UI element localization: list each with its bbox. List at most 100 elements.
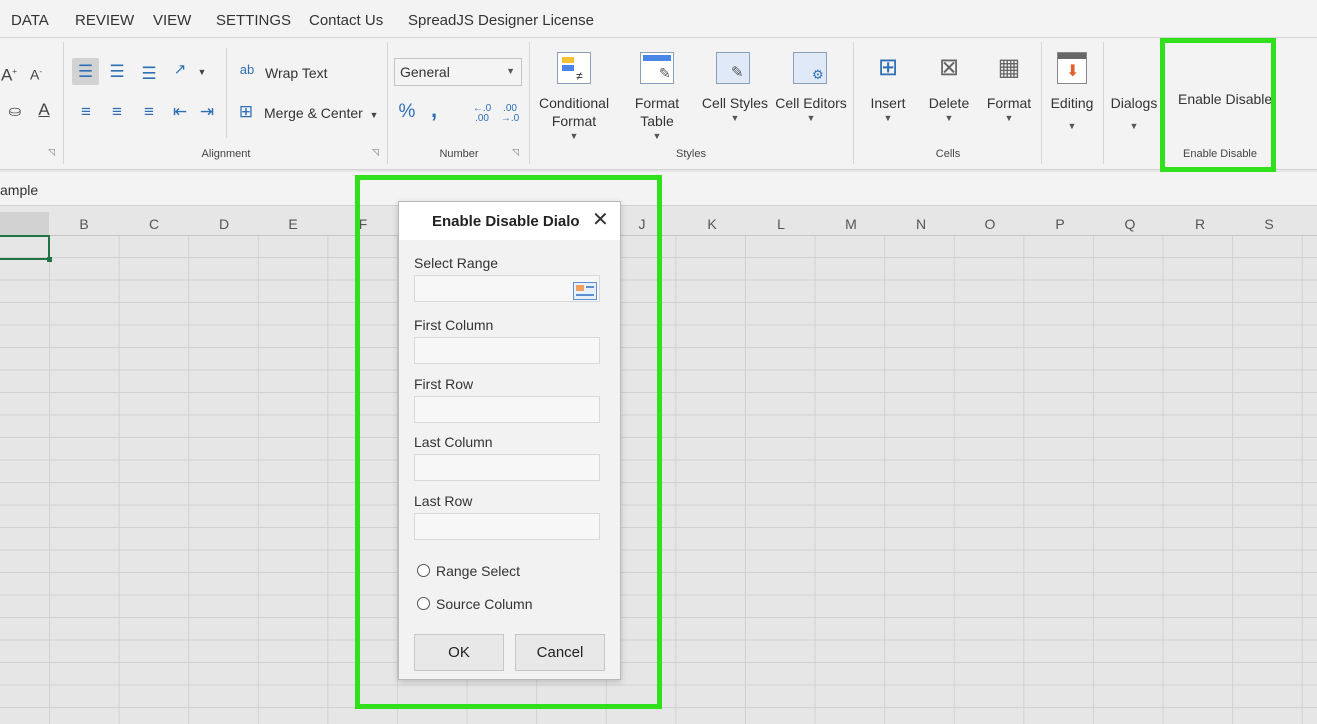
first-row-label: First Row [414, 376, 474, 392]
close-icon[interactable]: ✕ [592, 210, 609, 230]
dialogs-button[interactable]: Dialogs ▼ [1108, 94, 1160, 132]
menu-designer-license[interactable]: SpreadJS Designer License [408, 12, 594, 29]
column-header[interactable]: S [1264, 216, 1273, 232]
column-header[interactable]: D [219, 216, 229, 232]
chevron-down-icon[interactable]: ▼ [368, 105, 380, 125]
select-all-corner[interactable] [0, 212, 49, 236]
column-header[interactable]: J [639, 216, 646, 232]
number-format-select[interactable]: General ▼ [394, 58, 522, 86]
font-color-icon[interactable]: A [34, 100, 54, 120]
cell-styles-button[interactable]: Cell Styles ▼ [701, 94, 769, 124]
format-button[interactable]: Format ▼ [985, 94, 1033, 124]
first-column-input[interactable] [414, 337, 600, 364]
name-box-row: ample [0, 172, 1317, 206]
conditional-format-icon[interactable]: ≠ [557, 52, 591, 84]
source-column-radio[interactable] [417, 597, 430, 610]
align-center-icon[interactable]: ≡ [106, 102, 128, 122]
merge-center-button[interactable]: Merge & Center [264, 105, 363, 121]
format-table-icon[interactable]: ✎ [640, 52, 674, 84]
align-left-icon[interactable]: ≡ [75, 102, 97, 122]
menu-bar: DATA REVIEW VIEW SETTINGS Contact Us Spr… [0, 0, 1317, 38]
last-column-label: Last Column [414, 434, 493, 450]
increase-indent-icon[interactable]: ⇥ [196, 102, 218, 122]
font-launcher-icon[interactable]: ◹ [48, 147, 55, 158]
delete-icon[interactable]: ⊠ [932, 52, 966, 84]
column-header[interactable]: B [79, 216, 88, 232]
column-header[interactable]: Q [1125, 216, 1136, 232]
chevron-down-icon: ▼ [883, 113, 893, 123]
delete-button[interactable]: Delete ▼ [926, 94, 972, 124]
first-row-input[interactable] [414, 396, 600, 423]
wrap-text-button[interactable]: Wrap Text [265, 65, 328, 81]
orientation-icon[interactable]: ↗ [170, 60, 190, 80]
editing-icon[interactable]: ⬇ [1057, 52, 1087, 84]
enable-disable-group-label: Enable Disable [1183, 148, 1257, 160]
number-format-value: General [400, 64, 450, 80]
column-header-row: B C D E F G H I J K L M N O P Q R S [0, 212, 1317, 236]
menu-view[interactable]: VIEW [153, 12, 191, 29]
separator [1041, 42, 1042, 164]
align-middle-icon[interactable]: ☰ [106, 62, 128, 82]
dialog-title-bar[interactable]: Enable Disable Dialog ✕ [399, 202, 620, 240]
last-row-input[interactable] [414, 513, 600, 540]
menu-data[interactable]: DATA [11, 12, 49, 29]
range-select-radio[interactable] [417, 564, 430, 577]
chevron-down-icon: ▼ [569, 131, 579, 141]
editing-button[interactable]: Editing ▼ [1046, 94, 1098, 132]
insert-icon[interactable]: ⊞ [870, 52, 906, 84]
format-label: Format [986, 95, 1032, 111]
decrease-indent-icon[interactable]: ⇤ [169, 102, 191, 122]
column-header[interactable]: F [359, 216, 368, 232]
column-header[interactable]: R [1195, 216, 1205, 232]
column-header[interactable]: E [288, 216, 297, 232]
cell-editors-icon[interactable]: ⚙ [793, 52, 827, 84]
cell-editors-button[interactable]: Cell Editors ▼ [775, 94, 847, 124]
conditional-format-button[interactable]: Conditional Format ▼ [539, 94, 609, 142]
column-header[interactable]: O [985, 216, 996, 232]
range-selector-icon[interactable] [573, 282, 597, 300]
number-launcher-icon[interactable]: ◹ [512, 147, 519, 158]
merge-center-icon[interactable]: ⊞ [236, 102, 256, 122]
alignment-launcher-icon[interactable]: ◹ [372, 147, 379, 158]
cancel-button[interactable]: Cancel [515, 634, 605, 671]
menu-settings[interactable]: SETTINGS [216, 12, 291, 29]
insert-button[interactable]: Insert ▼ [866, 94, 910, 124]
decrease-decimal-icon[interactable]: .00 →.0 [499, 104, 521, 124]
wrap-text-icon[interactable]: ab [237, 60, 257, 80]
separator [387, 42, 388, 164]
ok-button[interactable]: OK [414, 634, 504, 671]
cell-styles-label: Cell Styles [701, 95, 769, 111]
align-bottom-icon[interactable]: ☰ [138, 64, 160, 84]
chevron-down-icon[interactable]: ▼ [196, 62, 208, 82]
increase-font-icon[interactable]: A+ [0, 62, 18, 86]
comma-icon[interactable]: , [427, 99, 441, 121]
menu-review[interactable]: REVIEW [75, 12, 134, 29]
percent-icon[interactable]: % [397, 102, 417, 122]
format-table-button[interactable]: Format Table ▼ [627, 94, 687, 142]
chevron-down-icon: ▼ [944, 113, 954, 123]
chevron-down-icon: ▼ [1067, 121, 1077, 131]
cell-styles-icon[interactable]: ✎ [716, 52, 750, 84]
align-right-icon[interactable]: ≡ [138, 102, 160, 122]
align-top-icon[interactable]: ☰ [72, 58, 99, 85]
last-column-input[interactable] [414, 454, 600, 481]
chevron-down-icon: ▼ [806, 113, 816, 123]
decrease-font-icon[interactable]: A- [27, 62, 45, 85]
column-header[interactable]: L [777, 216, 785, 232]
column-header[interactable]: M [845, 216, 857, 232]
menu-contact-us[interactable]: Contact Us [309, 12, 383, 29]
column-header[interactable]: P [1055, 216, 1064, 232]
column-header[interactable]: K [707, 216, 716, 232]
increase-decimal-icon[interactable]: ←.0.00 [471, 104, 493, 124]
source-column-radio-row[interactable]: Source Column [417, 596, 533, 612]
column-header[interactable]: N [916, 216, 926, 232]
column-header[interactable]: C [149, 216, 159, 232]
enable-disable-button[interactable]: Enable Disable [1178, 91, 1272, 107]
fill-color-icon[interactable]: ⛀ [4, 102, 26, 122]
spreadsheet-grid[interactable] [0, 212, 1317, 724]
first-column-label: First Column [414, 317, 494, 333]
format-cells-icon[interactable]: ▦ [992, 52, 1026, 84]
range-select-radio-row[interactable]: Range Select [417, 563, 520, 579]
delete-label: Delete [928, 95, 970, 111]
active-cell[interactable] [0, 235, 52, 262]
